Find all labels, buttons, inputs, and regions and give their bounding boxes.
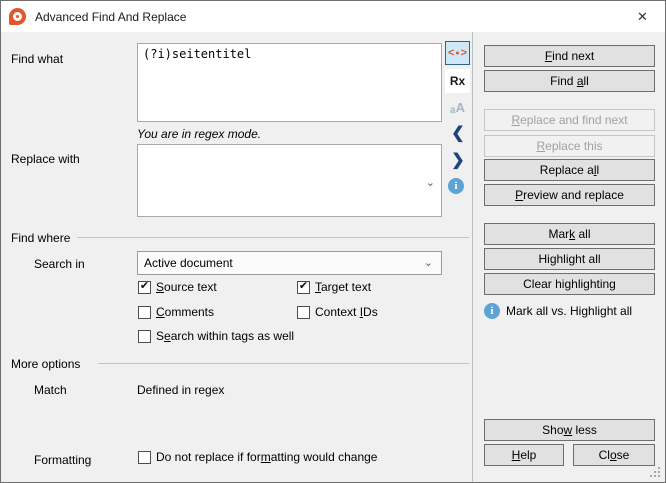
title-bar: Advanced Find And Replace ✕ [1,1,665,32]
checkbox-box[interactable] [138,451,151,464]
checkbox-box[interactable]: ✔ [138,281,151,294]
memoq-logo-icon [9,8,26,25]
rx-helper-button[interactable]: Rx [445,69,470,93]
info-icon: i [454,180,457,192]
find-info-button[interactable]: i [448,178,464,194]
regex-mode-toggle[interactable]: <●> [445,41,470,65]
find-next-button[interactable]: Find next [484,45,655,67]
regex-icon: < [448,47,454,59]
replace-with-input[interactable]: ⌄ [137,144,442,217]
checkbox-box[interactable]: ✔ [297,281,310,294]
checkbox-target-text[interactable]: ✔ Target text [297,280,371,294]
checkbox-comments[interactable]: Comments [138,305,214,319]
clear-highlighting-button[interactable]: Clear highlighting [484,273,655,295]
checkbox-label: Do not replace if formatting would chang… [156,450,377,464]
find-all-button[interactable]: Find all [484,70,655,92]
find-where-section-label: Find where [11,231,70,245]
checkbox-box[interactable] [138,306,151,319]
replace-with-label: Replace with [11,152,80,166]
checkbox-label: Target text [315,280,371,294]
preview-and-replace-button[interactable]: Preview and replace [484,184,655,206]
info-icon: i [484,303,500,319]
formatting-label: Formatting [34,453,91,467]
replace-and-find-next-button[interactable]: Replace and find next [484,109,655,131]
close-icon: ✕ [637,9,648,25]
panel-divider [472,32,473,483]
checkbox-formatting[interactable]: Do not replace if formatting would chang… [138,450,377,464]
search-in-label: Search in [34,257,85,271]
search-in-value: Active document [144,256,233,270]
find-what-label: Find what [11,52,63,66]
hint-text: Mark all vs. Highlight all [506,304,632,318]
checkbox-label: Search within tags as well [156,329,294,343]
checkbox-label: Context IDs [315,305,378,319]
search-in-dropdown[interactable]: Active document ⌄ [137,251,442,275]
close-button[interactable]: Close [573,444,655,466]
show-less-button[interactable]: Show less [484,419,655,441]
replace-all-button[interactable]: Replace all [484,159,655,181]
match-label: Match [34,383,67,397]
dropdown-chevron-icon: ⌄ [424,258,433,269]
rx-icon: Rx [450,74,465,88]
checkbox-context-ids[interactable]: Context IDs [297,305,378,319]
checkbox-search-within-tags[interactable]: Search within tags as well [138,329,294,343]
mark-vs-highlight-hint[interactable]: i Mark all vs. Highlight all [484,303,632,319]
more-options-section-label: More options [11,357,80,371]
checkbox-label: Source text [156,280,217,294]
match-case-toggle[interactable]: aA [445,95,470,119]
window-close-button[interactable]: ✕ [620,1,665,32]
checkbox-source-text[interactable]: ✔ Source text [138,280,217,294]
help-button[interactable]: Help [484,444,564,466]
next-chevron-button[interactable]: ❯ [447,149,469,171]
regex-mode-note: You are in regex mode. [137,127,261,141]
chevron-right-icon: ❯ [451,150,464,170]
resize-grip[interactable] [658,475,660,477]
highlight-all-button[interactable]: Highlight all [484,248,655,270]
checkbox-box[interactable] [138,330,151,343]
find-what-input[interactable]: (?i)seitentitel [137,43,442,122]
mark-all-button[interactable]: Mark all [484,223,655,245]
previous-chevron-button[interactable]: ❮ [447,122,469,144]
replace-this-button[interactable]: Replace this [484,135,655,157]
checkbox-label: Comments [156,305,214,319]
case-icon: a [450,105,456,116]
section-divider [77,237,469,238]
checkbox-box[interactable] [297,306,310,319]
section-divider [98,363,469,364]
check-mark-icon: ✔ [299,281,308,292]
dropdown-chevron-icon[interactable]: ⌄ [426,178,435,189]
chevron-left-icon: ❮ [451,123,464,143]
window-title: Advanced Find And Replace [35,10,186,24]
advanced-find-replace-dialog: Advanced Find And Replace ✕ Find what (?… [0,0,666,483]
check-mark-icon: ✔ [140,281,149,292]
match-value: Defined in regex [137,383,224,397]
